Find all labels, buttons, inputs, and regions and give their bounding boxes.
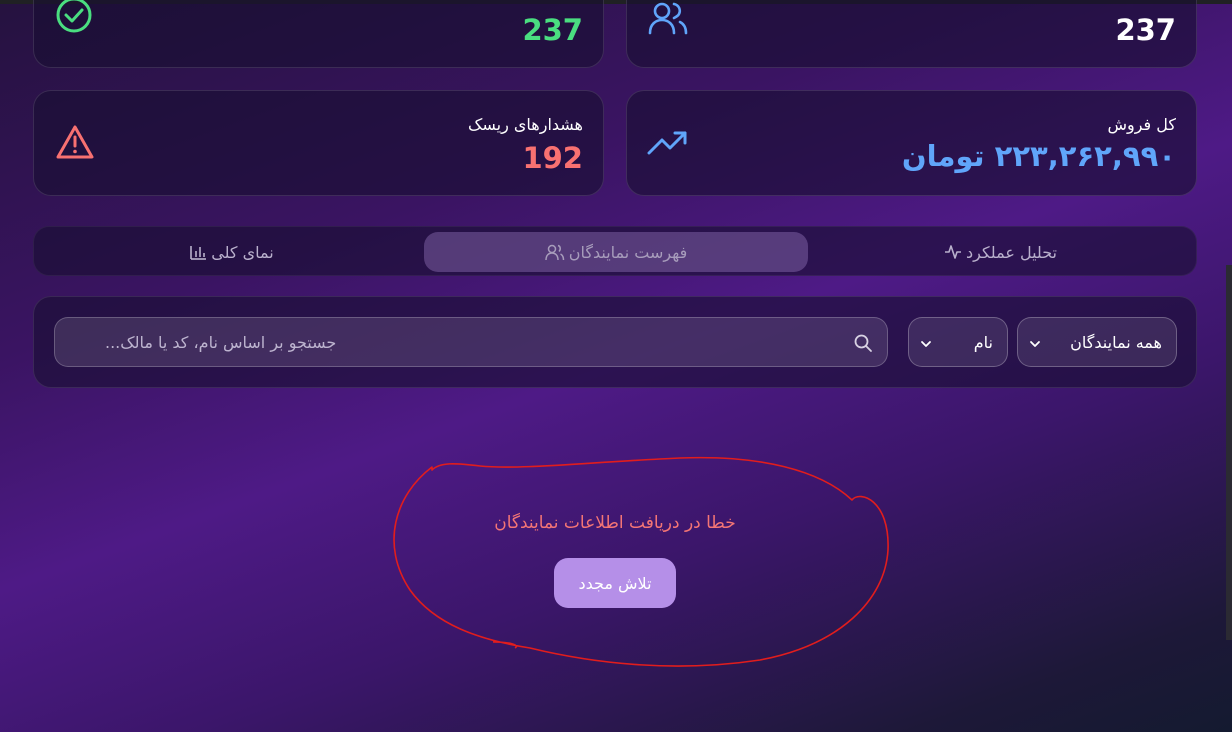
- scrollbar[interactable]: [1226, 265, 1232, 640]
- red-annotation-circle: [393, 456, 889, 667]
